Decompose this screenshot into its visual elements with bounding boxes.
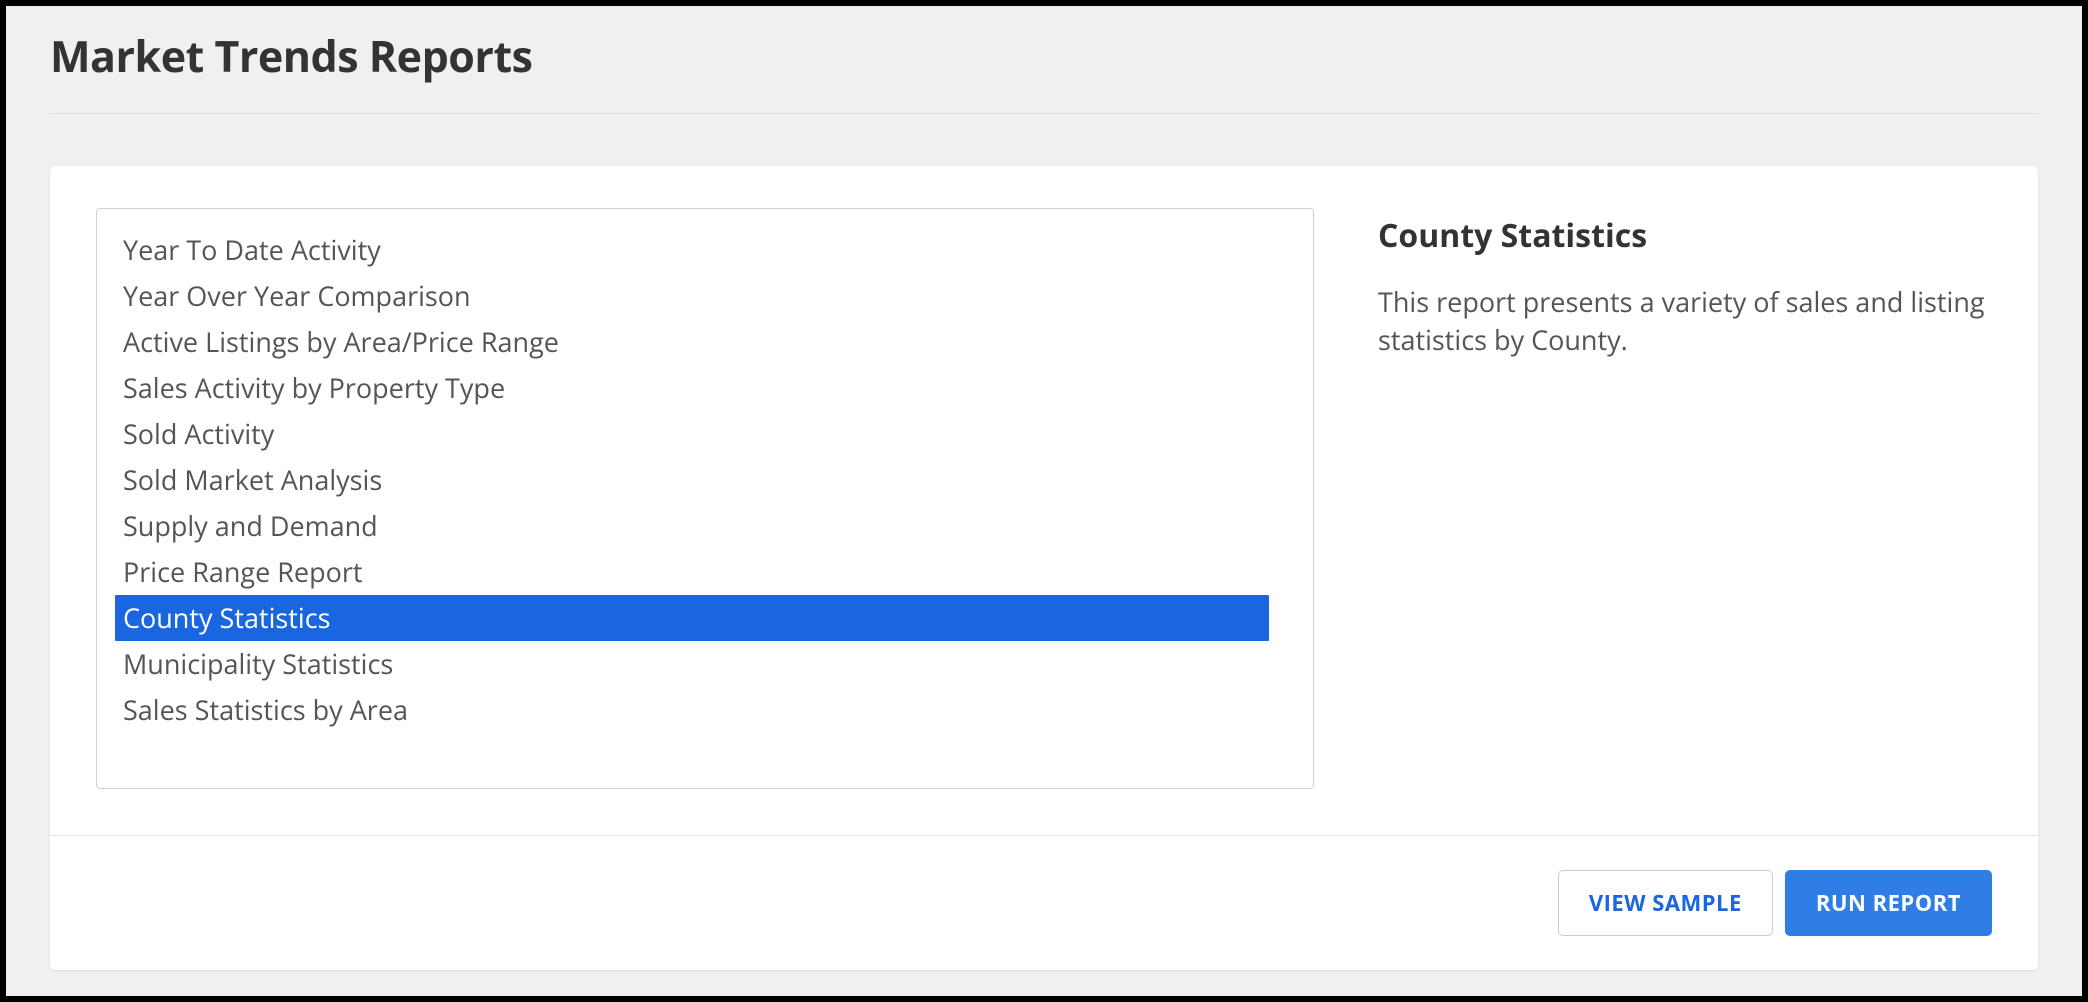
page-title: Market Trends Reports — [50, 26, 2038, 85]
report-list-item[interactable]: Sold Activity — [115, 411, 1295, 457]
app-frame: Market Trends Reports Year To Date Activ… — [6, 6, 2082, 996]
detail-description: This report presents a variety of sales … — [1378, 283, 1992, 359]
report-list-item[interactable]: Sales Activity by Property Type — [115, 365, 1295, 411]
detail-pane: County Statistics This report presents a… — [1378, 208, 1992, 789]
report-list-item[interactable]: Price Range Report — [115, 549, 1295, 595]
report-list-item[interactable]: Year To Date Activity — [115, 227, 1295, 273]
report-card: Year To Date ActivityYear Over Year Comp… — [50, 166, 2038, 970]
report-list-item[interactable]: Sold Market Analysis — [115, 457, 1295, 503]
report-list-item[interactable]: Municipality Statistics — [115, 641, 1295, 687]
card-footer: VIEW SAMPLE RUN REPORT — [50, 835, 2038, 970]
run-report-button[interactable]: RUN REPORT — [1785, 870, 1992, 936]
card-body: Year To Date ActivityYear Over Year Comp… — [50, 166, 2038, 835]
view-sample-button[interactable]: VIEW SAMPLE — [1558, 870, 1773, 936]
divider — [50, 113, 2038, 114]
report-list-item[interactable]: Year Over Year Comparison — [115, 273, 1295, 319]
report-list-item[interactable]: Active Listings by Area/Price Range — [115, 319, 1295, 365]
report-list-item[interactable]: Supply and Demand — [115, 503, 1295, 549]
detail-title: County Statistics — [1378, 214, 1992, 257]
report-list-item[interactable]: Sales Statistics by Area — [115, 687, 1295, 733]
report-listbox[interactable]: Year To Date ActivityYear Over Year Comp… — [96, 208, 1314, 789]
report-list-item[interactable]: County Statistics — [115, 595, 1269, 641]
